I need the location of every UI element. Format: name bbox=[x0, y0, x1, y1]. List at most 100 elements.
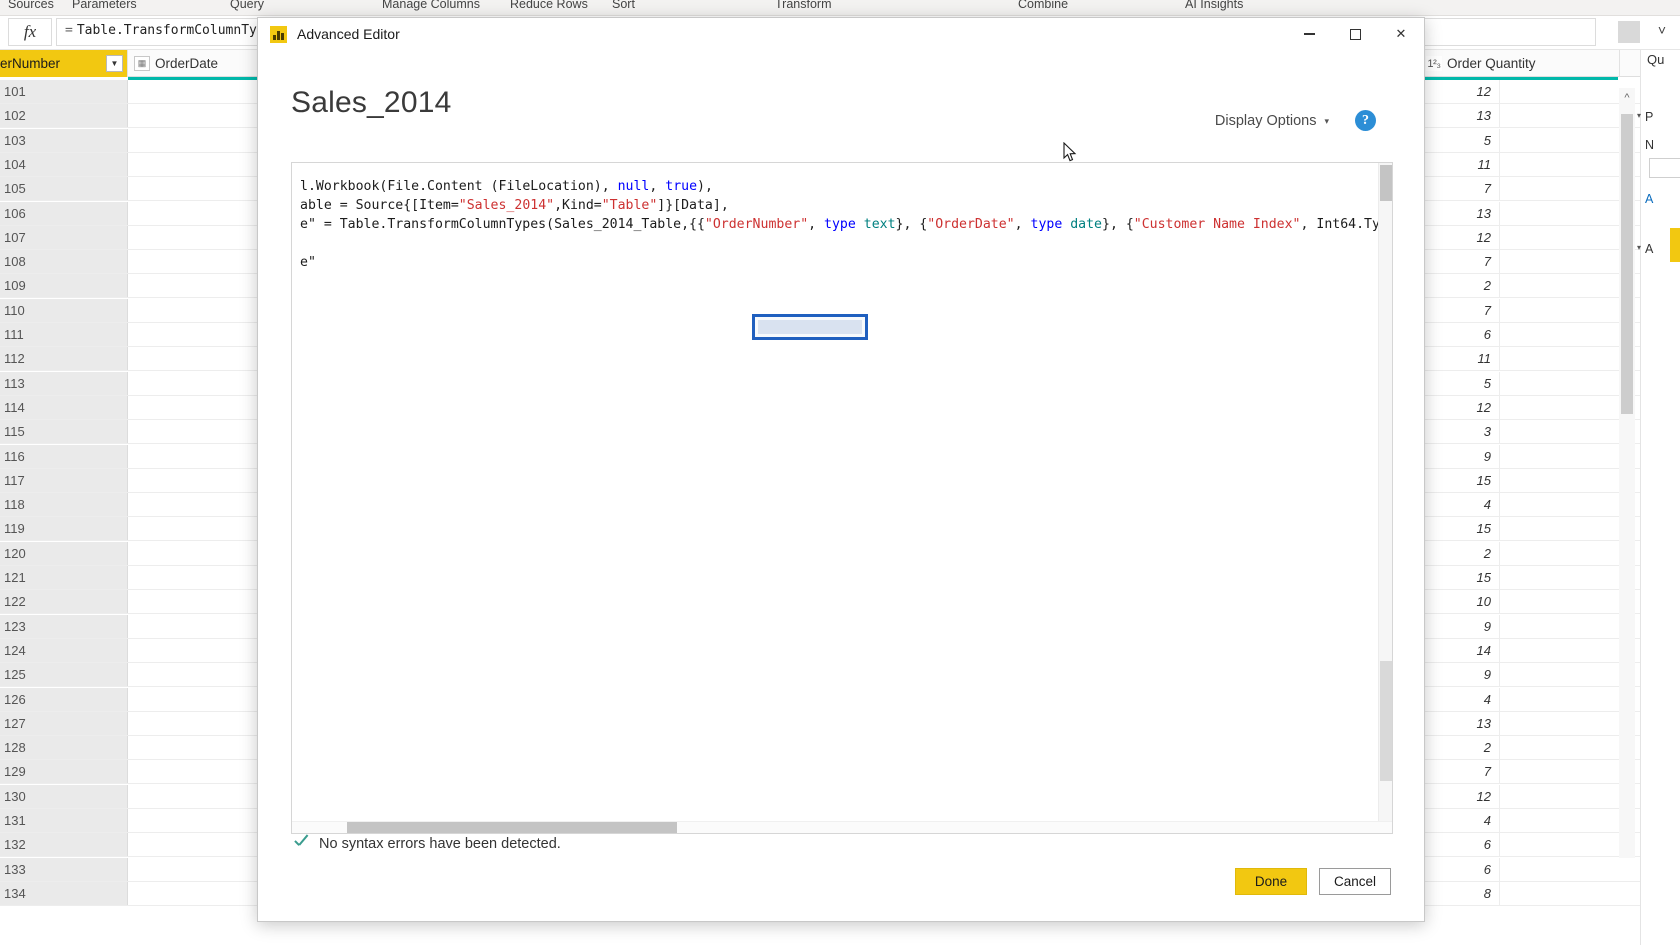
chevron-down-icon[interactable]: ˅ bbox=[1658, 22, 1666, 38]
syntax-status: No syntax errors have been detected. bbox=[293, 835, 561, 852]
code-hscrollbar-thumb[interactable] bbox=[347, 822, 677, 833]
code-token: , bbox=[649, 179, 666, 194]
scroll-up-icon[interactable]: ^ bbox=[1619, 92, 1635, 104]
order-quantity-cell: 6 bbox=[1420, 323, 1500, 346]
row-number: 102 bbox=[0, 104, 128, 128]
row-number: 123 bbox=[0, 614, 128, 638]
display-options-dropdown[interactable]: Display Options ▾ bbox=[1215, 113, 1329, 129]
order-quantity-cell: 11 bbox=[1420, 347, 1500, 371]
collapse-triangle-icon[interactable]: ▾ bbox=[1637, 111, 1641, 120]
order-quantity-cell: 15 bbox=[1420, 566, 1500, 589]
row-number: 108 bbox=[0, 250, 128, 274]
order-quantity-cell: 7 bbox=[1420, 760, 1500, 784]
code-horizontal-scrollbar[interactable] bbox=[292, 821, 1392, 833]
syntax-status-text: No syntax errors have been detected. bbox=[319, 835, 561, 852]
all-properties-link[interactable]: A bbox=[1645, 192, 1653, 206]
order-quantity-cell: 12 bbox=[1420, 225, 1500, 249]
query-settings-pane: Qu ▾ P N A ▾ A bbox=[1637, 50, 1680, 945]
order-quantity-cell: 2 bbox=[1420, 274, 1500, 298]
order-quantity-cell: 7 bbox=[1420, 250, 1500, 274]
code-token: "Customer Name Index" bbox=[1133, 217, 1301, 232]
code-token: , bbox=[1014, 217, 1031, 232]
code-vertical-scrollbar[interactable] bbox=[1378, 163, 1392, 833]
order-quantity-cell: 7 bbox=[1420, 298, 1500, 322]
formula-text: Table.TransformColumnTyp bbox=[76, 23, 265, 38]
properties-label: P bbox=[1645, 110, 1654, 124]
fx-icon: fx bbox=[8, 18, 52, 46]
row-number: 110 bbox=[0, 298, 128, 322]
order-quantity-cell: 2 bbox=[1420, 541, 1500, 565]
order-quantity-cell: 13 bbox=[1420, 201, 1500, 225]
order-quantity-cell: 5 bbox=[1420, 371, 1500, 395]
code-line: e" = Table.TransformColumnTypes(Sales_20… bbox=[300, 215, 1392, 234]
advanced-editor-dialog: Advanced Editor ✕ Sales_2014 Display Opt… bbox=[257, 17, 1425, 922]
query-name-input[interactable] bbox=[1649, 158, 1680, 178]
properties-section[interactable]: ▾ P bbox=[1637, 110, 1654, 124]
row-number: 134 bbox=[0, 881, 128, 905]
code-token: l.Workbook(File.Content bbox=[300, 179, 483, 194]
scrollbar-thumb[interactable] bbox=[1621, 114, 1633, 414]
grid-vertical-scrollbar[interactable]: ^ bbox=[1619, 88, 1635, 858]
checkmark-icon bbox=[293, 835, 310, 852]
code-line: l.Workbook(File.Content (FileLocation), … bbox=[300, 177, 1374, 196]
column-header-order-quantity[interactable]: 1²₃ Order Quantity bbox=[1420, 50, 1620, 77]
row-number: 121 bbox=[0, 566, 128, 589]
code-token: (FileLocation), bbox=[482, 179, 618, 194]
maximize-button[interactable] bbox=[1332, 18, 1378, 50]
code-content: l.Workbook(File.Content (FileLocation), … bbox=[300, 177, 1392, 272]
order-quantity-cell: 12 bbox=[1420, 784, 1500, 808]
row-number: 120 bbox=[0, 541, 128, 565]
code-line: able = Source{[Item="Sales_2014",Kind="T… bbox=[300, 196, 1374, 215]
order-quantity-cell: 6 bbox=[1420, 833, 1500, 857]
row-number: 115 bbox=[0, 420, 128, 444]
m-code-editor[interactable]: l.Workbook(File.Content (FileLocation), … bbox=[291, 162, 1393, 834]
cancel-button[interactable]: Cancel bbox=[1319, 868, 1391, 895]
row-number: 125 bbox=[0, 663, 128, 687]
name-label: N bbox=[1645, 138, 1655, 152]
order-quantity-cell: 15 bbox=[1420, 468, 1500, 492]
code-token: able = Source{[Item= bbox=[300, 198, 459, 213]
row-number: 128 bbox=[0, 736, 128, 760]
row-number: 119 bbox=[0, 517, 128, 541]
code-token: date bbox=[1070, 217, 1102, 232]
order-quantity-cell: 13 bbox=[1420, 104, 1500, 128]
row-number: 111 bbox=[0, 323, 128, 346]
column-header-label: Order Quantity bbox=[1447, 56, 1536, 71]
minimize-button[interactable] bbox=[1286, 18, 1332, 50]
order-quantity-cell: 15 bbox=[1420, 517, 1500, 541]
row-number: 131 bbox=[0, 809, 128, 832]
order-quantity-cell: 8 bbox=[1420, 881, 1500, 905]
powerbi-icon bbox=[270, 25, 287, 43]
code-scrollbar-thumb-top[interactable] bbox=[1380, 165, 1392, 201]
column-filter-button[interactable]: ▼ bbox=[106, 55, 123, 72]
help-icon[interactable]: ? bbox=[1355, 110, 1376, 131]
row-number: 104 bbox=[0, 152, 128, 176]
applied-steps-label: A bbox=[1645, 242, 1654, 256]
ribbon-group-transform: Transform bbox=[775, 0, 832, 11]
ribbon-group-labels: Sources Parameters Query Manage Columns Redu… bbox=[0, 0, 1680, 16]
order-quantity-cell: 4 bbox=[1420, 687, 1500, 711]
code-token: }, { bbox=[1102, 217, 1134, 232]
ribbon-group-ai-insights: AI Insights bbox=[1185, 0, 1244, 11]
column-header-label: OrderDate bbox=[155, 56, 219, 71]
ribbon-group-parameters: Parameters bbox=[72, 0, 137, 11]
row-number: 129 bbox=[0, 760, 128, 784]
column-header-ernumber[interactable]: erNumber ▼ bbox=[0, 50, 128, 77]
code-scrollbar-thumb-bottom[interactable] bbox=[1380, 661, 1392, 781]
ribbon-group-reduce-rows: Reduce Rows bbox=[510, 0, 588, 11]
row-number: 127 bbox=[0, 711, 128, 735]
collapse-triangle-icon-2[interactable]: ▾ bbox=[1637, 243, 1641, 252]
order-quantity-cell: 11 bbox=[1420, 152, 1500, 176]
order-quantity-cell: 5 bbox=[1420, 128, 1500, 152]
row-number: 132 bbox=[0, 833, 128, 857]
dialog-titlebar[interactable]: Advanced Editor ✕ bbox=[258, 18, 1424, 50]
row-number: 114 bbox=[0, 395, 128, 419]
row-number: 117 bbox=[0, 468, 128, 492]
applied-steps-section[interactable]: ▾ A bbox=[1637, 242, 1654, 256]
code-token: e" bbox=[300, 255, 316, 270]
code-token: type bbox=[1030, 217, 1063, 232]
number-type-icon: 1²₃ bbox=[1426, 56, 1442, 71]
close-button[interactable]: ✕ bbox=[1378, 18, 1424, 50]
done-button[interactable]: Done bbox=[1235, 868, 1307, 895]
